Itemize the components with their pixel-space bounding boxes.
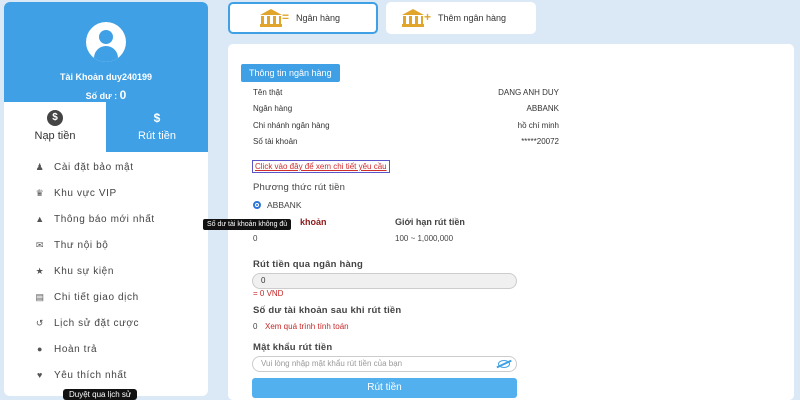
- withdraw-method-label: Phương thức rút tiền: [253, 182, 346, 193]
- balance-after-value: 0: [253, 322, 258, 331]
- tab-bank-label: Ngân hàng: [296, 13, 341, 23]
- info-label: Số tài khoản: [253, 137, 298, 146]
- withdraw-method-option: ABBANK: [267, 200, 302, 210]
- history-icon: ↺: [35, 317, 45, 328]
- sidebar-item-label: Thông báo mới nhất: [54, 213, 155, 225]
- user-settings-icon: ♟: [35, 161, 45, 172]
- account-col-header: khoản: [300, 217, 327, 227]
- balance-value: 0: [119, 88, 127, 102]
- sidebar-item-label: Hoàn trả: [54, 343, 98, 355]
- balance: Số dư : 0: [4, 88, 208, 102]
- info-label: Ngân hàng: [253, 104, 293, 113]
- bank-withdraw-label: Rút tiền qua ngân hàng: [253, 259, 363, 270]
- bank-add-icon: +: [402, 9, 432, 27]
- trophy-icon: ★: [35, 265, 45, 276]
- sidebar-item-vip[interactable]: ♛ Khu vực VIP: [4, 180, 208, 206]
- info-value: hồ chí minh: [517, 121, 559, 130]
- info-row-account-number: Số tài khoản *****20072: [253, 137, 559, 146]
- balance-label: Số dư :: [85, 91, 120, 101]
- limit-col-value: 100 ~ 1,000,000: [395, 234, 454, 243]
- withdraw-amount-input[interactable]: 0: [252, 273, 517, 289]
- view-calculation-link[interactable]: Xem quá trình tính toán: [265, 322, 349, 331]
- tab-add-bank-label: Thêm ngân hàng: [438, 13, 507, 23]
- megaphone-icon: ▲: [35, 214, 45, 224]
- sidebar-item-label: Yêu thích nhất: [54, 369, 127, 381]
- tab-deposit[interactable]: $ Nạp tiền: [4, 102, 106, 152]
- info-value: DANG ANH DUY: [498, 88, 559, 97]
- eye-icon[interactable]: [498, 360, 510, 368]
- tab-withdraw[interactable]: $ Rút tiền: [106, 102, 208, 152]
- avatar-icon: [86, 22, 126, 62]
- clipboard-icon: ▤: [35, 291, 45, 302]
- info-value: *****20072: [521, 137, 559, 146]
- tab-add-bank[interactable]: + Thêm ngân hàng: [386, 2, 536, 34]
- sidebar-item-favorites[interactable]: ♥ Yêu thích nhất: [4, 362, 208, 388]
- refund-icon: ●: [36, 344, 44, 354]
- sidebar-item-label: Khu vực VIP: [54, 187, 117, 199]
- balance-after-label: Số dư tài khoản sau khi rút tiền: [253, 305, 402, 316]
- tab-bank[interactable]: = Ngân hàng: [228, 2, 378, 34]
- tab-deposit-label: Nạp tiền: [34, 130, 76, 142]
- password-label: Mật khẩu rút tiền: [253, 342, 333, 353]
- sidebar-item-notifications[interactable]: ▲ Thông báo mới nhất: [4, 206, 208, 232]
- coin-icon: $: [47, 110, 63, 126]
- envelope-icon: ✉: [35, 239, 45, 250]
- account-col-value: 0: [253, 234, 258, 243]
- radio-selected-icon: [253, 201, 261, 209]
- history-tooltip: Duyệt qua lịch sử: [63, 389, 138, 400]
- withdraw-method-radio[interactable]: ABBANK: [253, 200, 302, 210]
- sidebar-item-events[interactable]: ★ Khu sự kiện: [4, 258, 208, 284]
- info-value: ABBANK: [526, 104, 559, 113]
- bank-info-title: Thông tin ngân hàng: [241, 64, 340, 82]
- sidebar-item-inbox[interactable]: ✉ Thư nội bộ: [4, 232, 208, 258]
- sidebar-menu: ♟ Cài đặt bảo mật ♛ Khu vực VIP ▲ Thông báo…: [4, 152, 208, 388]
- withdraw-panel: Thông tin ngân hàng Tên thật DANG ANH DUY…: [228, 44, 794, 400]
- sidebar-item-label: Thư nội bộ: [54, 239, 109, 251]
- tab-withdraw-label: Rút tiền: [138, 130, 176, 142]
- withdraw-submit-button[interactable]: Rút tiền: [252, 378, 517, 398]
- sidebar-item-security[interactable]: ♟ Cài đặt bảo mật: [4, 154, 208, 180]
- hand-money-icon: $: [153, 111, 161, 125]
- balance-insufficient-tooltip: Số dư tài khoản không đủ: [203, 219, 292, 230]
- deposit-withdraw-tabs: $ Nạp tiền $ Rút tiền: [4, 102, 208, 152]
- profile-header: Tài Khoản duy240199 Số dư : 0: [4, 2, 208, 102]
- request-detail-link[interactable]: Click vào đây để xem chi tiết yêu cầu: [252, 160, 390, 173]
- info-row-bank: Ngân hàng ABBANK: [253, 104, 559, 113]
- info-row-name: Tên thật DANG ANH DUY: [253, 88, 559, 97]
- info-row-branch: Chi nhánh ngân hàng hồ chí minh: [253, 121, 559, 130]
- amount-vnd-text: = 0 VND: [253, 289, 284, 298]
- sidebar-item-label: Cài đặt bảo mật: [54, 161, 134, 173]
- account-name: Tài Khoản duy240199: [59, 72, 153, 82]
- sidebar-item-label: Chi tiết giao dịch: [54, 291, 139, 303]
- withdraw-password-input[interactable]: Vui lòng nhập mật khẩu rút tiền của bạn: [252, 356, 517, 372]
- sidebar-item-transactions[interactable]: ▤ Chi tiết giao dịch: [4, 284, 208, 310]
- sidebar-item-bet-history[interactable]: ↺ Lịch sử đặt cược: [4, 310, 208, 336]
- info-label: Tên thật: [253, 88, 283, 97]
- sidebar-item-label: Lịch sử đặt cược: [54, 317, 140, 329]
- heart-icon: ♥: [37, 370, 43, 380]
- info-label: Chi nhánh ngân hàng: [253, 121, 330, 130]
- bank-icon: =: [260, 9, 290, 27]
- sidebar-item-label: Khu sự kiện: [54, 265, 114, 277]
- sidebar: Tài Khoản duy240199 Số dư : 0 $ Nạp tiền…: [4, 2, 208, 396]
- crown-icon: ♛: [35, 187, 45, 198]
- limit-col-header: Giới hạn rút tiền: [395, 217, 465, 227]
- sidebar-item-refund[interactable]: ● Hoàn trả: [4, 336, 208, 362]
